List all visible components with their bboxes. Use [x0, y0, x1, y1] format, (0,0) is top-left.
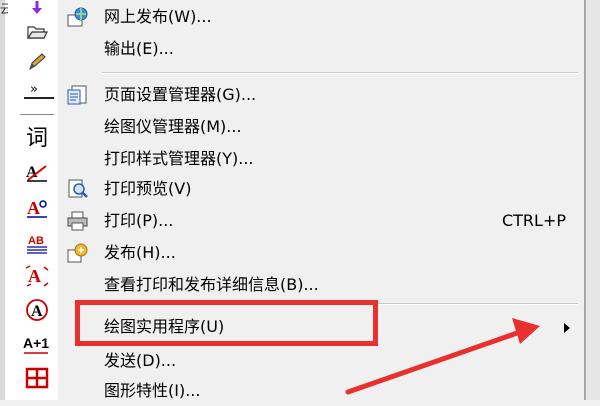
svg-text:A: A: [27, 198, 40, 218]
print-preview-icon: [66, 178, 90, 200]
menu-item-publish[interactable]: 发布(H)...: [58, 238, 584, 268]
menu-item-drawing-properties[interactable]: 图形特性(I)...: [58, 376, 584, 406]
text-style-icon[interactable]: A: [22, 194, 52, 222]
shortcut-label: CTRL+P: [501, 211, 566, 230]
highlight-box: [75, 300, 378, 346]
word-text-icon[interactable]: 词: [22, 122, 52, 151]
menu-item-label: 打印样式管理器(Y)...: [104, 149, 254, 168]
menu-item-send[interactable]: 发送(D)...: [58, 346, 584, 376]
svg-text:A+1: A+1: [23, 335, 49, 351]
right-window-strip: [585, 0, 600, 400]
toolbar-top-label: 云: [0, 2, 8, 16]
menu-separator: [102, 72, 578, 74]
menu-item-plotter-manager[interactable]: 绘图仪管理器(M)...: [58, 112, 584, 142]
menu-item-label: 绘图仪管理器(M)...: [104, 117, 242, 136]
globe-publish-icon: [66, 6, 90, 28]
page-setup-icon: [66, 84, 90, 106]
printer-icon: [66, 210, 90, 232]
svg-text:A: A: [31, 303, 43, 320]
text-circle-icon[interactable]: A: [22, 296, 52, 324]
toolbar-separator: [20, 114, 54, 115]
chevron-double-right-icon[interactable]: »: [30, 82, 38, 97]
text-plus-one-icon[interactable]: A+1: [22, 330, 52, 358]
pencil-edit-icon[interactable]: [22, 48, 52, 76]
menu-item-page-setup-manager[interactable]: 页面设置管理器(G)...: [58, 80, 584, 110]
submenu-arrow-icon: [564, 323, 570, 333]
menu-item-label: 查看打印和发布详细信息(B)...: [104, 275, 319, 294]
toolbar-edge: [0, 0, 5, 400]
menu-item-plot-style-manager[interactable]: 打印样式管理器(Y)...: [58, 144, 584, 174]
menu-item-export[interactable]: 输出(E)...: [58, 34, 584, 64]
open-folder-icon[interactable]: [22, 18, 52, 46]
red-table-icon[interactable]: [22, 364, 52, 392]
menu-item-print[interactable]: 打印(P)... CTRL+P: [58, 206, 584, 236]
menu-item-web-publish[interactable]: 网上发布(W)...: [58, 2, 584, 32]
toolbar-underline: [24, 97, 54, 99]
check-text-icon[interactable]: A: [22, 158, 52, 186]
menu-item-label: 打印预览(V): [104, 179, 192, 198]
menu-item-label: 打印(P)...: [104, 211, 174, 230]
text-edit-icon[interactable]: A: [22, 262, 52, 290]
menu-item-plot-publish-details[interactable]: 查看打印和发布详细信息(B)...: [58, 270, 584, 300]
left-toolbar: 云 » 词 A A AB A A A+1: [0, 0, 58, 400]
publish-icon: [66, 242, 90, 264]
svg-text:A: A: [28, 266, 41, 286]
svg-text:AB: AB: [28, 235, 44, 247]
menu-item-print-preview[interactable]: 打印预览(V): [58, 174, 584, 204]
menu-item-label: 发布(H)...: [104, 243, 176, 262]
menu-item-label: 图形特性(I)...: [104, 381, 201, 400]
menu-item-label: 页面设置管理器(G)...: [104, 85, 257, 104]
menu-item-label: 发送(D)...: [104, 351, 177, 370]
menu-item-label: 输出(E)...: [104, 39, 174, 58]
underline-text-icon[interactable]: AB: [22, 228, 52, 256]
menu-item-label: 网上发布(W)...: [104, 7, 212, 26]
